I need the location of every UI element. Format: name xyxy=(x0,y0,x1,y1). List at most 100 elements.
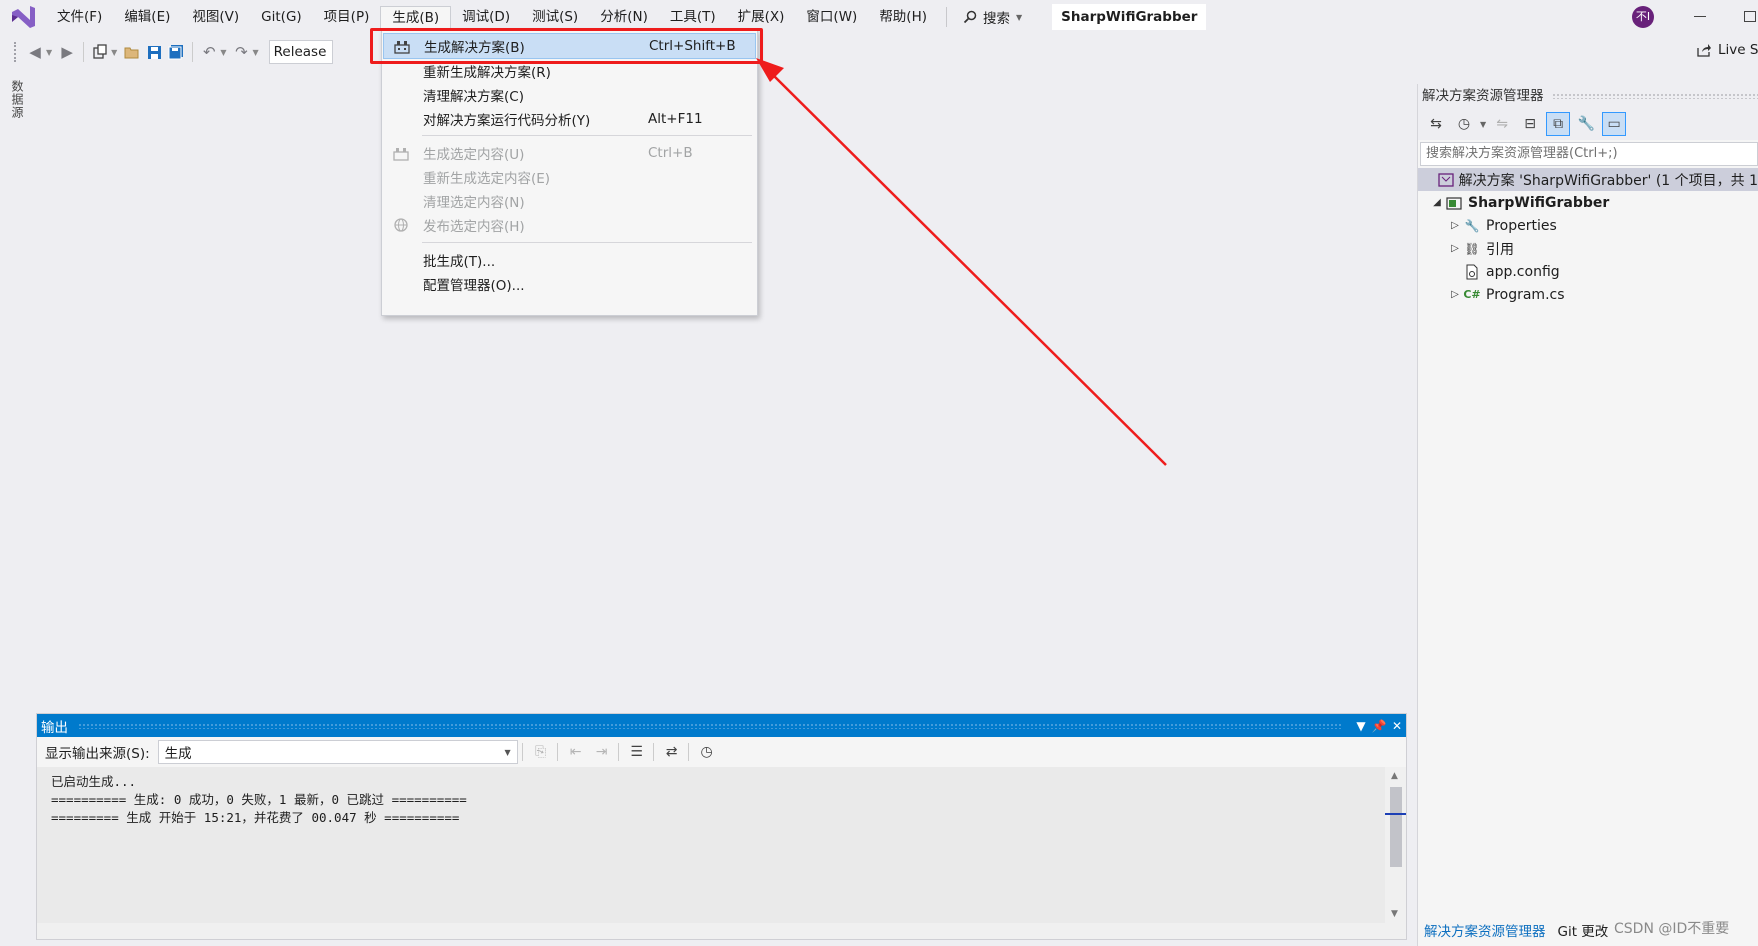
menu-item-label: 清理选定内容(N) xyxy=(423,195,525,211)
new-project-icon[interactable] xyxy=(89,41,111,63)
toolbar-separator xyxy=(521,743,523,761)
sync-icon[interactable]: ⇋ xyxy=(1490,112,1514,136)
search-label: 搜索 xyxy=(983,11,1010,27)
output-vertical-scrollbar[interactable]: ▲ ▼ xyxy=(1385,767,1406,923)
timestamp-clock-icon[interactable]: ◷ xyxy=(695,740,719,764)
title-grip xyxy=(78,722,1342,729)
output-source-label: 显示输出来源(S): xyxy=(45,746,150,762)
chevron-down-icon[interactable]: ▼ xyxy=(220,48,226,57)
clear-all-icon[interactable]: ☰ xyxy=(625,740,649,764)
expanded-triangle-icon[interactable]: ◢ xyxy=(1430,197,1444,208)
menu-item-rebuild-selection[interactable]: 重新生成选定内容(E) xyxy=(383,164,756,190)
maximize-icon[interactable] xyxy=(1744,11,1756,22)
chevron-down-icon[interactable]: ▼ xyxy=(252,48,258,57)
menu-help[interactable]: 帮助(H) xyxy=(868,6,938,28)
tab-git-changes[interactable]: Git 更改 xyxy=(1552,918,1615,946)
close-icon[interactable]: ✕ xyxy=(1388,719,1406,733)
menu-item-label: 对解决方案运行代码分析(Y) xyxy=(423,113,591,129)
tree-properties-node[interactable]: ▷ 🔧 Properties xyxy=(1418,214,1758,237)
save-icon[interactable] xyxy=(143,41,165,63)
menu-edit[interactable]: 编辑(E) xyxy=(113,6,181,28)
toolbar-separator xyxy=(687,743,689,761)
tab-solution-explorer[interactable]: 解决方案资源管理器 xyxy=(1418,918,1552,946)
output-text-area[interactable]: 已启动生成... ========== 生成: 0 成功，0 失败，1 最新，0 … xyxy=(37,767,1385,923)
output-horizontal-scrollbar[interactable] xyxy=(37,923,1406,939)
live-share-button[interactable]: Live S xyxy=(1696,42,1758,58)
menu-tools[interactable]: 工具(T) xyxy=(659,6,727,28)
menu-analyze[interactable]: 分析(N) xyxy=(589,6,659,28)
output-source-value: 生成 xyxy=(164,746,192,762)
solution-configuration-select[interactable]: Release xyxy=(268,40,333,64)
menu-extensions[interactable]: 扩展(X) xyxy=(727,6,796,28)
solution-explorer-search-input[interactable]: 搜索解决方案资源管理器(Ctrl+;) xyxy=(1420,142,1758,166)
chevron-down-icon[interactable]: ▼ xyxy=(46,48,52,57)
menu-item-clean-selection[interactable]: 清理选定内容(N) xyxy=(383,188,756,214)
menu-item-configuration-manager[interactable]: 配置管理器(O)... xyxy=(383,271,756,297)
watermark: CSDN @ID不重要 xyxy=(1614,921,1730,937)
search-menu[interactable]: 搜索 ▼ xyxy=(955,7,1030,27)
chevron-down-icon[interactable]: ▼ xyxy=(1352,719,1370,733)
menu-git[interactable]: Git(G) xyxy=(250,6,313,28)
collapsed-triangle-icon[interactable]: ▷ xyxy=(1448,289,1462,300)
previous-message-icon[interactable]: ⇤ xyxy=(564,740,588,764)
references-icon: ⛓ xyxy=(1464,241,1480,256)
avatar[interactable]: 不I xyxy=(1632,6,1654,28)
menu-item-label: 发布选定内容(H) xyxy=(423,219,525,235)
tree-programcs-node[interactable]: ▷ C# Program.cs xyxy=(1418,283,1758,306)
tree-project-node[interactable]: ◢ SharpWifiGrabber xyxy=(1418,191,1758,214)
tree-appconfig-node[interactable]: app.config xyxy=(1418,260,1758,283)
tree-solution-node[interactable]: 解决方案 'SharpWifiGrabber' (1 个项目，共 1 xyxy=(1418,168,1758,191)
word-wrap-icon[interactable]: ⇄ xyxy=(660,740,684,764)
menu-item-label: 批生成(T)... xyxy=(423,254,496,270)
menu-item-run-code-analysis[interactable]: 对解决方案运行代码分析(Y) Alt+F11 xyxy=(383,106,756,132)
data-sources-tab[interactable]: 数据源 xyxy=(6,80,26,119)
undo-icon[interactable]: ↶ xyxy=(198,41,220,63)
menu-test[interactable]: 测试(S) xyxy=(521,6,589,28)
tree-references-node[interactable]: ▷ ⛓ 引用 xyxy=(1418,237,1758,260)
menu-build[interactable]: 生成(B) xyxy=(380,6,452,28)
open-folder-icon[interactable] xyxy=(121,41,143,63)
menu-window[interactable]: 窗口(W) xyxy=(795,6,868,28)
scroll-up-icon[interactable]: ▲ xyxy=(1391,771,1398,781)
tree-item-label: 引用 xyxy=(1486,241,1514,258)
collapsed-triangle-icon[interactable]: ▷ xyxy=(1448,220,1462,231)
tree-item-label: Properties xyxy=(1486,217,1557,234)
pending-changes-icon[interactable]: ◷ xyxy=(1452,112,1476,136)
switch-views-icon[interactable]: ⇆ xyxy=(1424,112,1448,136)
redo-icon[interactable]: ↷ xyxy=(230,41,252,63)
csharp-file-icon: C# xyxy=(1463,288,1481,301)
next-message-icon[interactable]: ⇥ xyxy=(590,740,614,764)
save-all-icon[interactable] xyxy=(165,41,187,63)
menu-debug[interactable]: 调试(D) xyxy=(451,6,521,28)
menu-view[interactable]: 视图(V) xyxy=(181,6,250,28)
menu-item-label: 重新生成解决方案(R) xyxy=(423,65,551,81)
menu-item-build-selection[interactable]: 生成选定内容(U) Ctrl+B xyxy=(383,140,756,166)
toolbar-separator xyxy=(617,743,619,761)
toolbar-grip[interactable] xyxy=(14,42,18,62)
menu-project[interactable]: 项目(P) xyxy=(313,6,381,28)
find-message-icon[interactable]: ⎘ xyxy=(529,740,553,764)
show-all-files-icon[interactable]: ⧉ xyxy=(1546,112,1571,136)
tree-item-label: app.config xyxy=(1486,263,1560,280)
chevron-down-icon[interactable]: ▼ xyxy=(111,48,117,57)
forward-icon[interactable]: ▶ xyxy=(56,41,78,63)
scroll-thumb[interactable] xyxy=(1390,787,1402,867)
menu-item-publish-selection[interactable]: 发布选定内容(H) xyxy=(383,212,756,238)
solution-explorer-title: 解决方案资源管理器 xyxy=(1422,88,1544,104)
menu-file[interactable]: 文件(F) xyxy=(46,6,113,28)
search-icon xyxy=(963,10,977,24)
minimize-icon[interactable] xyxy=(1694,16,1706,17)
chevron-down-icon[interactable]: ▼ xyxy=(1480,120,1486,129)
back-icon[interactable]: ◀ xyxy=(24,41,46,63)
properties-wrench-icon[interactable]: 🔧 xyxy=(1574,112,1598,136)
preview-icon[interactable]: ▭ xyxy=(1602,112,1627,136)
output-line: ========= 生成 开始于 15:21，并花费了 00.047 秒 ===… xyxy=(51,810,460,825)
collapse-all-icon[interactable]: ⊟ xyxy=(1518,112,1542,136)
menu-separator xyxy=(422,135,752,136)
scroll-down-icon[interactable]: ▼ xyxy=(1391,909,1398,919)
menu-item-batch-build[interactable]: 批生成(T)... xyxy=(383,247,756,273)
pin-icon[interactable]: 📌 xyxy=(1370,719,1388,733)
menu-item-clean-solution[interactable]: 清理解决方案(C) xyxy=(383,82,756,108)
output-source-select[interactable]: 生成 ▼ xyxy=(157,740,518,764)
collapsed-triangle-icon[interactable]: ▷ xyxy=(1448,243,1462,254)
